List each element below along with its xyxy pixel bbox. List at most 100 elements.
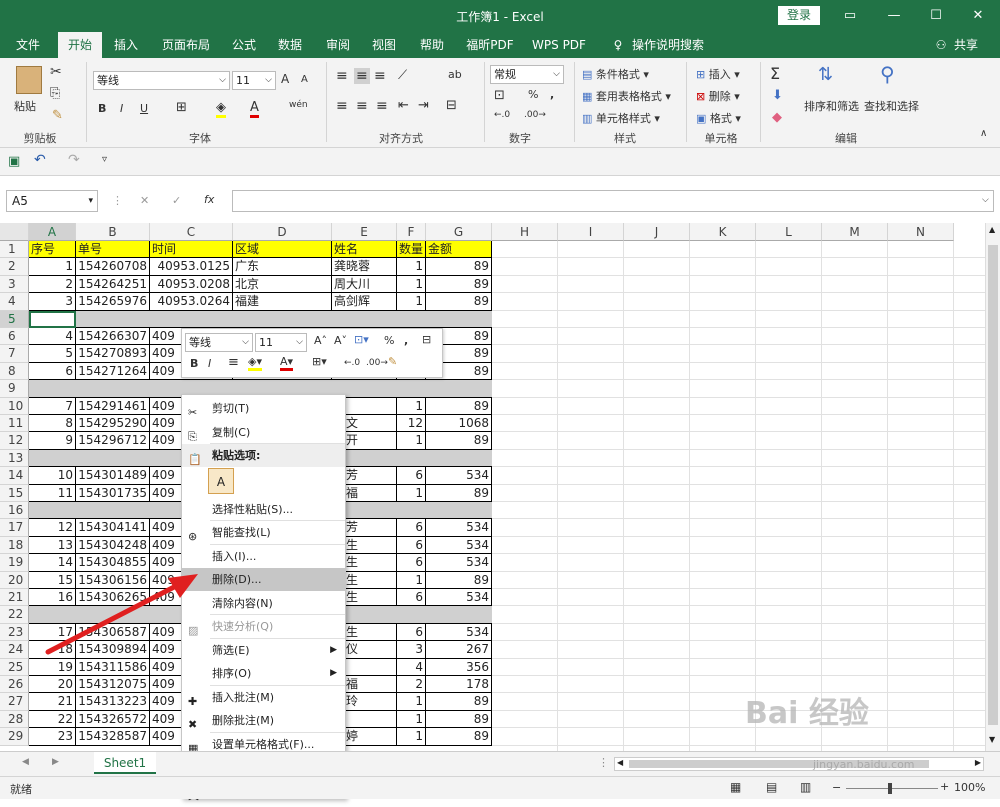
data-cell[interactable]: 6 [397, 554, 426, 572]
row-header[interactable]: 7 [0, 345, 29, 363]
data-cell[interactable]: 12 [29, 519, 76, 537]
mini-shrink-font-icon[interactable]: A˅ [334, 334, 347, 347]
data-cell[interactable]: 6 [397, 519, 426, 537]
row-header[interactable]: 14 [0, 467, 29, 485]
cancel-formula-icon[interactable]: ✕ [140, 194, 149, 207]
data-cell[interactable]: 16 [29, 589, 76, 607]
data-cell[interactable]: 1 [397, 397, 426, 415]
data-cell[interactable]: 福建 [233, 293, 332, 311]
comma-button[interactable]: , [550, 88, 554, 101]
column-header[interactable]: C [150, 223, 233, 241]
tell-me-search[interactable]: 操作说明搜索 [630, 32, 706, 58]
data-cell[interactable]: 13 [29, 536, 76, 555]
row-header[interactable]: 24 [0, 641, 29, 659]
data-cell[interactable]: 4 [29, 328, 76, 346]
context-menu-item[interactable]: ✂ 剪切(T) [182, 397, 345, 420]
data-cell[interactable]: 1 [397, 484, 426, 502]
data-cell[interactable]: 9 [29, 432, 76, 450]
mini-borders-icon[interactable]: ⊞▾ [312, 355, 327, 368]
format-cells-button[interactable]: ▣ 格式 ▾ [696, 110, 741, 126]
phonetic-guide-button[interactable]: wén [289, 100, 308, 110]
column-header[interactable]: H [492, 223, 558, 241]
blank-row[interactable] [29, 310, 492, 328]
mini-bold-icon[interactable]: B [190, 357, 198, 370]
column-header[interactable]: D [233, 223, 332, 241]
data-cell[interactable]: 154271264 [76, 362, 150, 381]
tab-insert[interactable]: 插入 [106, 32, 146, 58]
italic-button[interactable]: I [120, 102, 123, 115]
ribbon-display-icon[interactable]: ▭ [828, 0, 872, 32]
context-menu-item[interactable]: ✖ 删除批注(M) [182, 709, 345, 732]
share-button[interactable]: 共享 [950, 32, 982, 58]
data-cell[interactable]: 1 [397, 728, 426, 746]
data-cell[interactable]: 40953.0125 [150, 258, 233, 276]
column-header[interactable]: F [397, 223, 426, 241]
mini-increase-decimal-icon[interactable]: ←.0 [344, 358, 360, 368]
context-menu-item[interactable]: 筛选(E) ▶ [182, 639, 345, 662]
row-header[interactable]: 2 [0, 258, 29, 276]
context-menu-item[interactable]: ⊛ 智能查找(L) [182, 521, 345, 544]
data-cell[interactable]: 154264251 [76, 275, 150, 294]
conditional-format-button[interactable]: ▤ 条件格式 ▾ [582, 66, 649, 82]
format-painter-icon[interactable]: ✎ [52, 108, 63, 123]
row-header[interactable]: 13 [0, 449, 29, 468]
column-header[interactable]: G [426, 223, 492, 241]
undo-icon[interactable]: ↶ [34, 152, 46, 168]
cut-icon[interactable]: ✂ [50, 64, 62, 80]
data-cell[interactable]: 2 [29, 275, 76, 294]
data-cell[interactable]: 534 [426, 589, 492, 607]
close-icon[interactable]: ✕ [956, 0, 1000, 32]
data-cell[interactable]: 1 [397, 432, 426, 450]
row-header[interactable]: 18 [0, 536, 29, 555]
data-cell[interactable]: 18 [29, 641, 76, 659]
data-cell[interactable]: 40953.0208 [150, 275, 233, 294]
column-header[interactable]: I [558, 223, 624, 241]
data-cell[interactable]: 2 [397, 676, 426, 694]
row-header[interactable]: 3 [0, 275, 29, 294]
data-cell[interactable]: 1 [397, 275, 426, 294]
align-right-icon[interactable]: ≡ [376, 98, 388, 114]
wrap-text-button[interactable]: ab [448, 68, 462, 81]
percent-button[interactable]: % [528, 88, 538, 101]
header-cell[interactable]: 金额 [426, 241, 492, 259]
header-cell[interactable]: 序号 [29, 241, 76, 259]
data-cell[interactable]: 6 [397, 536, 426, 555]
mini-font-dropdown[interactable]: 等线 ⌵ [185, 333, 253, 352]
data-cell[interactable]: 1 [29, 258, 76, 276]
enter-formula-icon[interactable]: ✓ [172, 194, 181, 207]
data-cell[interactable]: 154270893 [76, 345, 150, 363]
mini-italic-icon[interactable]: I [208, 357, 211, 370]
zoom-slider-thumb[interactable] [888, 783, 892, 794]
font-color-button[interactable]: A [250, 100, 259, 118]
data-cell[interactable]: 6 [29, 362, 76, 381]
row-header[interactable]: 28 [0, 710, 29, 729]
increase-decimal-icon[interactable]: ←.0 [494, 110, 510, 120]
data-cell[interactable]: 89 [426, 397, 492, 415]
data-cell[interactable]: 154304248 [76, 536, 150, 555]
merge-center-icon[interactable]: ⊟ [446, 98, 457, 113]
underline-button[interactable]: U [140, 102, 148, 115]
data-cell[interactable]: 6 [397, 589, 426, 607]
row-header[interactable]: 8 [0, 362, 29, 381]
data-cell[interactable]: 154265976 [76, 293, 150, 311]
data-cell[interactable]: 154301735 [76, 484, 150, 502]
redo-icon[interactable]: ↷ [68, 152, 80, 168]
column-header[interactable]: N [888, 223, 954, 241]
orientation-icon[interactable]: ⟋ [398, 68, 407, 83]
data-cell[interactable]: 267 [426, 641, 492, 659]
normal-view-icon[interactable]: ▦ [730, 780, 741, 794]
data-cell[interactable]: 11 [29, 484, 76, 502]
data-cell[interactable]: 356 [426, 658, 492, 676]
tab-review[interactable]: 审阅 [318, 32, 358, 58]
autosum-icon[interactable]: Σ [770, 64, 780, 83]
row-header[interactable]: 26 [0, 676, 29, 694]
save-icon[interactable]: ▣ [8, 154, 20, 169]
data-cell[interactable]: 20 [29, 676, 76, 694]
row-header[interactable]: 19 [0, 554, 29, 572]
minimize-icon[interactable]: — [872, 0, 916, 32]
insert-function-icon[interactable]: fx [204, 193, 214, 206]
data-cell[interactable]: 89 [426, 432, 492, 450]
row-header[interactable]: 5 [0, 310, 29, 328]
data-cell[interactable]: 17 [29, 623, 76, 642]
row-header[interactable]: 15 [0, 484, 29, 502]
